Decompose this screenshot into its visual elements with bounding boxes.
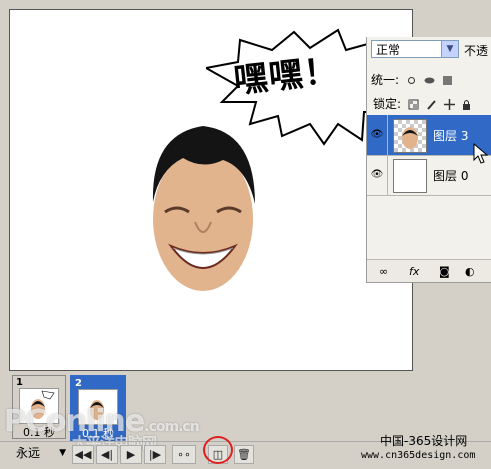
tween-button[interactable]: ∘∘ bbox=[172, 445, 196, 464]
prev-frame-button[interactable]: ◀| bbox=[96, 445, 118, 464]
lock-move-icon[interactable] bbox=[443, 99, 455, 110]
lock-brush-icon[interactable] bbox=[426, 99, 437, 110]
lock-label: 锁定: bbox=[373, 97, 402, 111]
watermark: PConline.com.cn 太平洋电脑网 bbox=[4, 404, 200, 452]
chevron-down-icon[interactable]: ▼ bbox=[441, 41, 458, 57]
layer-thumbnail bbox=[393, 119, 427, 153]
unify-row: 统一: bbox=[371, 71, 453, 88]
trash-icon[interactable]: 🗑 bbox=[234, 445, 254, 464]
link-icon[interactable]: ∞ bbox=[379, 265, 388, 278]
frame-number: 1 bbox=[16, 377, 23, 388]
site-url: www.cn365design.com bbox=[361, 450, 476, 461]
lock-row: 锁定: bbox=[373, 95, 472, 112]
layer-name: 图层 0 bbox=[433, 169, 469, 183]
layer-name: 图层 3 bbox=[433, 129, 469, 143]
adjustment-icon[interactable]: ◐ bbox=[465, 265, 475, 278]
opacity-label: 不透 bbox=[464, 44, 489, 58]
face-image bbox=[143, 114, 263, 304]
loop-select[interactable]: 永远 ▼ bbox=[16, 445, 66, 461]
frame-number: 2 bbox=[75, 378, 82, 389]
play-button[interactable]: ▶ bbox=[120, 445, 142, 464]
unify-style-icon[interactable] bbox=[442, 75, 453, 86]
first-frame-button[interactable]: ◀◀ bbox=[72, 445, 94, 464]
document-canvas[interactable]: 嘿嘿！ bbox=[9, 9, 413, 371]
layer-thumbnail bbox=[393, 159, 427, 193]
unify-position-icon[interactable] bbox=[406, 75, 417, 86]
site-credit: 中国-365设计网 bbox=[380, 434, 468, 448]
unify-visibility-icon[interactable] bbox=[424, 75, 435, 86]
lock-all-icon[interactable] bbox=[461, 99, 472, 110]
next-frame-button[interactable]: |▶ bbox=[144, 445, 166, 464]
eye-icon[interactable]: 👁 bbox=[367, 115, 388, 155]
mask-icon[interactable]: ◙ bbox=[439, 265, 450, 278]
eye-icon[interactable]: 👁 bbox=[367, 155, 388, 195]
lock-transparency-icon[interactable] bbox=[408, 99, 419, 110]
unify-label: 统一: bbox=[371, 73, 400, 87]
layers-panel-footer: ∞ fx ◙ ◐ bbox=[367, 259, 491, 282]
blend-mode-select[interactable]: 正常 ▼ bbox=[371, 40, 459, 58]
fx-icon[interactable]: fx bbox=[409, 265, 419, 278]
mouse-cursor-icon bbox=[473, 143, 489, 164]
loop-value: 永远 bbox=[16, 446, 41, 460]
chevron-down-icon: ▼ bbox=[59, 448, 66, 458]
highlight-circle bbox=[203, 436, 233, 464]
blend-mode-value: 正常 bbox=[376, 43, 401, 57]
